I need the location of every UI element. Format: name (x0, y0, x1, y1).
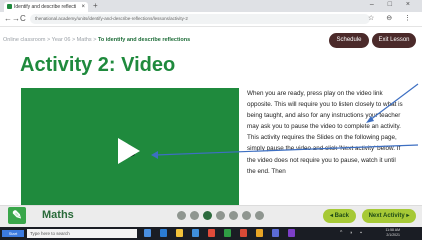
back-arrow-icon[interactable]: ← (4, 14, 12, 23)
instructions-text: When you are ready, press play on the vi… (247, 90, 403, 175)
tab-title: Identify and describe reflecti (14, 4, 77, 10)
page-title: Activity 2: Video (20, 54, 176, 76)
next-activity-button[interactable]: Next Activity ▸ (362, 209, 416, 223)
address-bar-row: ← → C thenational.academy/units/identify… (0, 12, 422, 27)
progress-dot (177, 211, 186, 220)
excel-icon[interactable] (224, 229, 231, 237)
taskbar-search-input[interactable]: Type here to search (27, 229, 137, 238)
progress-dots (177, 211, 264, 222)
address-bar-icons[interactable]: ☆ ⊖ ⋮ (368, 14, 416, 22)
start-button[interactable]: Start (2, 230, 24, 237)
breadcrumb-current: To identify and describe reflections (97, 37, 191, 43)
forward-arrow-icon[interactable]: → (12, 14, 20, 23)
new-tab-button[interactable]: + (93, 1, 98, 10)
file-explorer-icon[interactable] (176, 229, 183, 237)
browser-tab[interactable]: Identify and describe reflecti × (4, 2, 88, 12)
progress-dot (203, 211, 212, 220)
progress-dot (190, 211, 199, 220)
mail-icon[interactable] (192, 229, 199, 237)
browser-tabbar: Identify and describe reflecti × + – □ × (0, 0, 422, 12)
progress-dot (242, 211, 251, 220)
subject-label: Maths (42, 209, 74, 221)
progress-dot (255, 211, 264, 220)
edge-icon[interactable] (160, 229, 167, 237)
onenote-icon[interactable] (288, 229, 295, 237)
oak-logo-icon: ✎ (8, 207, 26, 224)
tab-close-icon[interactable]: × (81, 2, 85, 12)
play-icon[interactable] (118, 138, 140, 164)
back-button[interactable]: ◂ Back (323, 209, 356, 223)
clock[interactable]: 11:58 AM 2/1/2021 (385, 228, 400, 238)
chrome-icon[interactable] (256, 229, 263, 237)
favicon-icon (7, 4, 12, 10)
progress-dot (216, 211, 225, 220)
exit-lesson-button[interactable]: Exit Lesson (372, 33, 416, 48)
reload-icon[interactable]: C (20, 14, 26, 23)
task-view-icon[interactable] (144, 229, 151, 237)
window-controls[interactable]: – □ × (370, 1, 416, 8)
teams-icon[interactable] (272, 229, 279, 237)
powerpoint-icon[interactable] (240, 229, 247, 237)
system-tray-icons[interactable]: ^ ◗ ▪ (340, 230, 365, 236)
breadcrumb-path[interactable]: Online classroom > Year 06 > Maths > (3, 37, 98, 43)
breadcrumb: Online classroom > Year 06 > Maths > To … (3, 37, 190, 43)
progress-dot (229, 211, 238, 220)
clock-date: 2/1/2021 (386, 233, 400, 237)
url-input[interactable]: thenational.academy/units/identify-and-d… (30, 14, 370, 24)
store-icon[interactable] (208, 229, 215, 237)
schedule-button[interactable]: Schedule (329, 33, 369, 48)
